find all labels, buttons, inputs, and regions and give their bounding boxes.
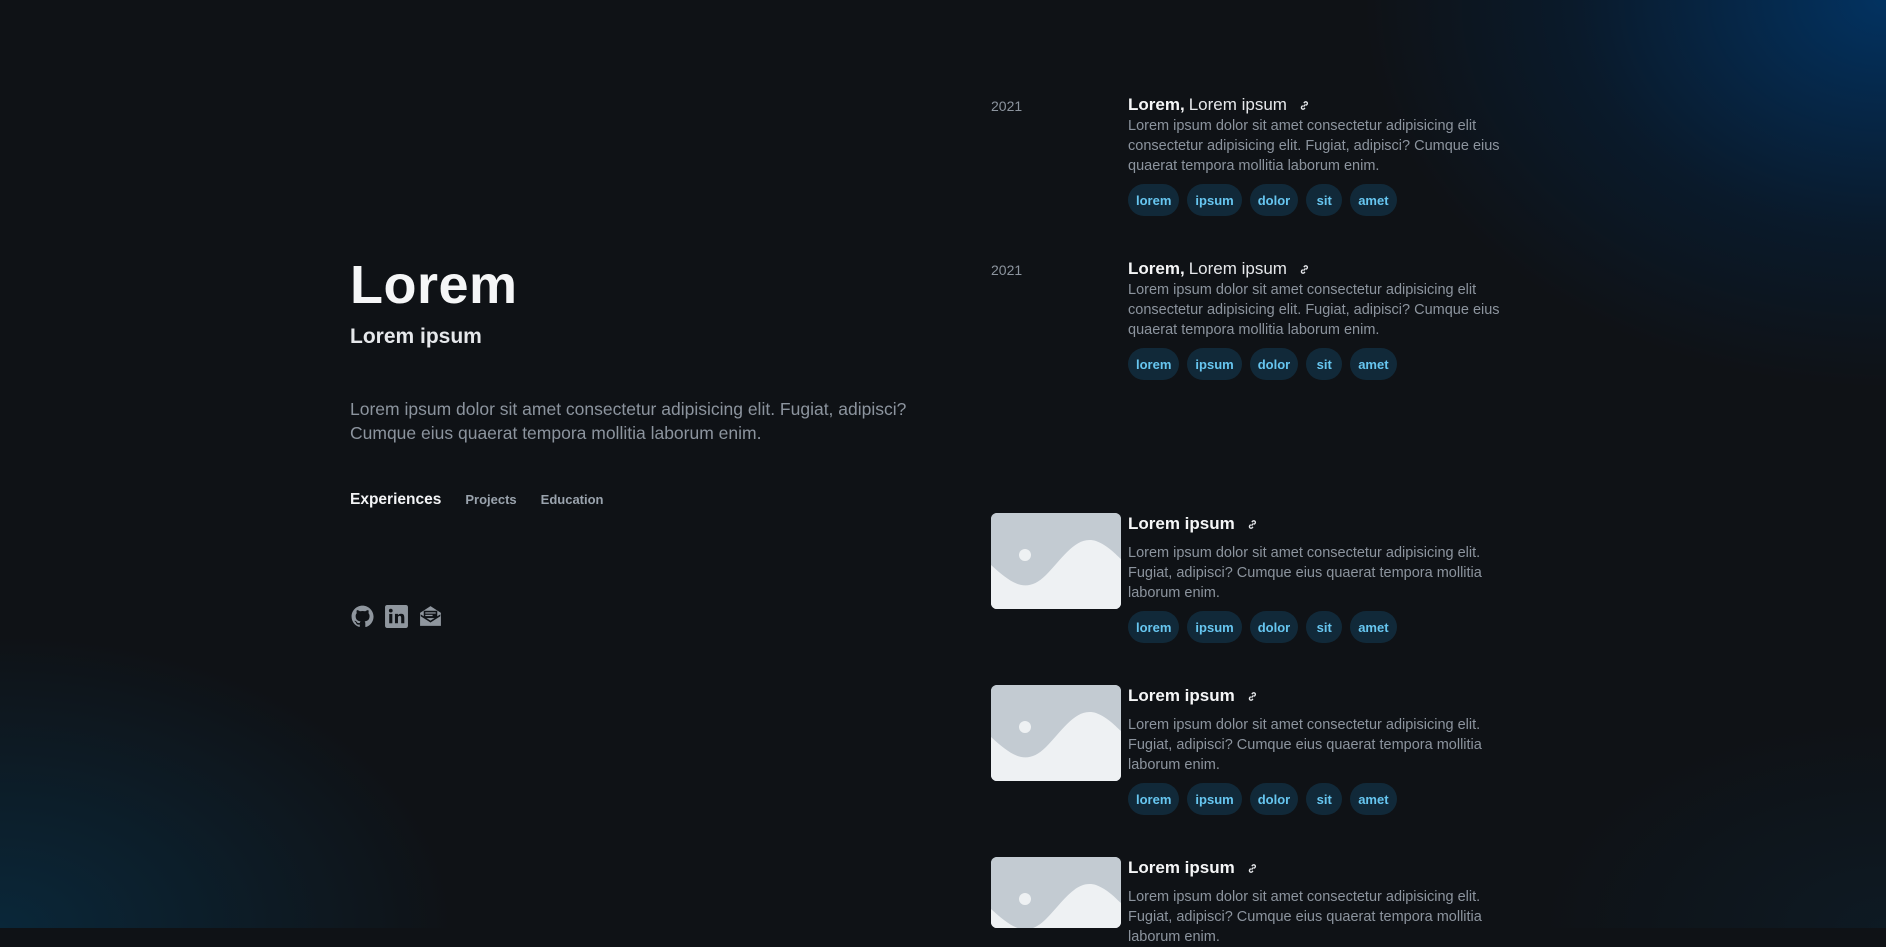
tag: sit xyxy=(1306,348,1343,380)
page-title: Lorem xyxy=(350,255,518,315)
linkedin-icon[interactable] xyxy=(384,604,409,629)
tag: lorem xyxy=(1128,348,1180,380)
project-title: Lorem ipsum xyxy=(1128,857,1511,879)
experience-title: Lorem, Lorem ipsum xyxy=(1128,94,1511,116)
tag: dolor xyxy=(1249,611,1299,643)
tag: amet xyxy=(1350,783,1397,815)
nav-projects[interactable]: Projects xyxy=(465,492,516,507)
image-placeholder-icon xyxy=(991,513,1121,609)
project-description: Lorem ipsum dolor sit amet consectetur a… xyxy=(1128,545,1482,601)
github-icon[interactable] xyxy=(350,604,375,629)
tag: lorem xyxy=(1128,783,1180,815)
mail-icon[interactable] xyxy=(418,604,443,629)
link-icon[interactable] xyxy=(1299,100,1310,111)
tag: sit xyxy=(1306,783,1343,815)
tag-list: lorem ipsum dolor sit amet xyxy=(1128,184,1511,216)
page-background xyxy=(0,0,1886,928)
tag: amet xyxy=(1350,611,1397,643)
project-title: Lorem ipsum xyxy=(1128,513,1511,535)
tag-list: lorem ipsum dolor sit amet xyxy=(1128,348,1511,380)
tag: ipsum xyxy=(1187,611,1242,643)
project-title: Lorem ipsum xyxy=(1128,685,1511,707)
image-placeholder-icon xyxy=(991,685,1121,781)
experience-description: Lorem ipsum dolor sit amet consectetur a… xyxy=(1128,282,1500,338)
project-title-text: Lorem ipsum xyxy=(1128,858,1235,877)
tag: lorem xyxy=(1128,184,1180,216)
tag: dolor xyxy=(1249,783,1299,815)
tag: dolor xyxy=(1249,184,1299,216)
experience-company: Lorem, xyxy=(1128,259,1185,278)
tag: ipsum xyxy=(1187,348,1242,380)
page-subtitle: Lorem ipsum xyxy=(350,325,482,348)
image-placeholder-icon xyxy=(991,857,1121,928)
experience-description: Lorem ipsum dolor sit amet consectetur a… xyxy=(1128,118,1500,174)
tag: sit xyxy=(1306,184,1343,216)
experience-year: 2021 xyxy=(991,98,1023,114)
tag: amet xyxy=(1350,348,1397,380)
nav-education[interactable]: Education xyxy=(541,492,604,507)
experience-role: Lorem ipsum xyxy=(1188,259,1287,278)
section-nav: Experiences Projects Education xyxy=(350,491,628,509)
social-links xyxy=(350,604,443,629)
project-title-text: Lorem ipsum xyxy=(1128,514,1235,533)
tag: dolor xyxy=(1249,348,1299,380)
experience-role: Lorem ipsum xyxy=(1188,95,1287,114)
project-description: Lorem ipsum dolor sit amet consectetur a… xyxy=(1128,889,1482,945)
experience-year: 2021 xyxy=(991,262,1023,278)
tag: ipsum xyxy=(1187,184,1242,216)
project-description: Lorem ipsum dolor sit amet consectetur a… xyxy=(1128,717,1482,773)
experience-company: Lorem, xyxy=(1128,95,1185,114)
tag: ipsum xyxy=(1187,783,1242,815)
tag-list: lorem ipsum dolor sit amet xyxy=(1128,783,1511,815)
nav-experiences[interactable]: Experiences xyxy=(350,491,441,509)
link-icon[interactable] xyxy=(1247,691,1258,702)
tag: amet xyxy=(1350,184,1397,216)
experience-title: Lorem, Lorem ipsum xyxy=(1128,258,1511,280)
tag-list: lorem ipsum dolor sit amet xyxy=(1128,611,1511,643)
link-icon[interactable] xyxy=(1299,264,1310,275)
project-thumbnail[interactable] xyxy=(991,513,1121,609)
project-thumbnail[interactable] xyxy=(991,685,1121,781)
project-title-text: Lorem ipsum xyxy=(1128,686,1235,705)
tag: lorem xyxy=(1128,611,1180,643)
link-icon[interactable] xyxy=(1247,863,1258,874)
intro-description: Lorem ipsum dolor sit amet consectetur a… xyxy=(350,399,907,443)
tag: sit xyxy=(1306,611,1343,643)
link-icon[interactable] xyxy=(1247,519,1258,530)
project-thumbnail[interactable] xyxy=(991,857,1121,928)
